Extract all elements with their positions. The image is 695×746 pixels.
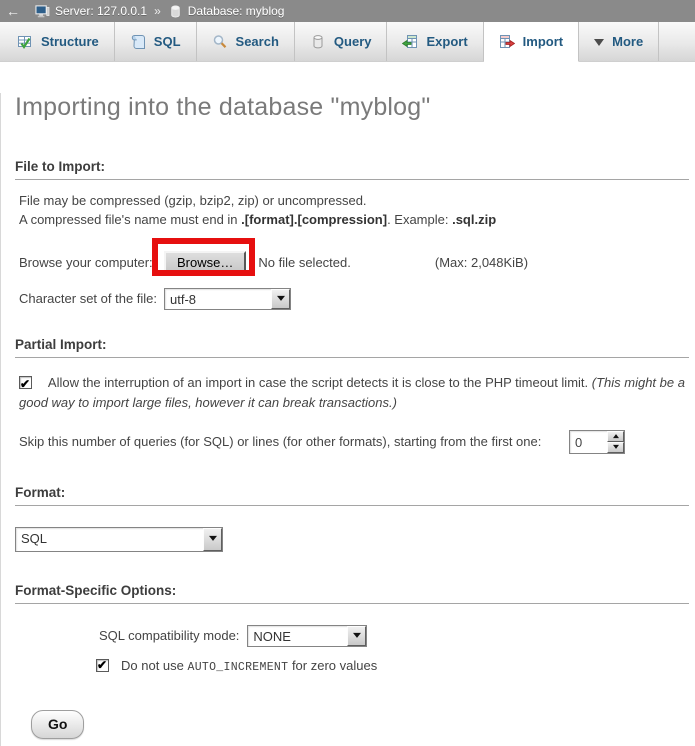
compression-line1: File may be compressed (gzip, bzip2, zip… [19,193,367,208]
import-icon [499,34,515,50]
format-selected-value: SQL [16,528,203,551]
browse-label: Browse your computer: [19,255,164,270]
sql-compatibility-select[interactable]: NONE [247,625,367,647]
spinner-down-icon[interactable] [607,442,624,453]
tab-more[interactable]: More [579,22,659,61]
breadcrumb-server[interactable]: Server: 127.0.0.1 [55,4,147,18]
tab-label: SQL [154,34,181,49]
tab-bar: Structure SQL Search [0,22,695,62]
partial-import-heading: Partial Import: [15,337,689,358]
tab-query[interactable]: Query [295,22,388,61]
compression-line2-mid: . Example: [387,212,452,227]
auto-increment-code: AUTO_INCREMENT [188,661,289,674]
server-icon [35,4,50,19]
browse-button[interactable]: Browse… [164,251,246,275]
skip-queries-input[interactable]: 0 [569,430,625,454]
format-select[interactable]: SQL [15,527,223,552]
tab-export[interactable]: Export [387,22,483,61]
format-row: SQL [15,527,689,552]
dropdown-arrow-icon[interactable] [347,626,366,646]
phpmyadmin-window: ← Server: 127.0.0.1 » Database: myblog [0,0,695,746]
file-upload-row: Browse your computer: Browse… No file se… [19,251,689,275]
charset-row: Character set of the file: utf-8 [19,288,689,310]
tab-label: Search [236,34,279,49]
breadcrumb-database[interactable]: Database: myblog [188,4,285,18]
sql-icon [130,34,146,50]
spinner-up-icon[interactable] [607,431,624,442]
allow-interruption-text: Allow the interruption of an import in c… [48,375,592,390]
tab-sql[interactable]: SQL [115,22,197,61]
chevron-down-icon [594,39,604,51]
export-icon [402,34,418,50]
structure-icon [17,34,33,50]
tab-label: Query [334,34,372,49]
sql-compatibility-value: NONE [248,626,347,646]
compression-line2: A compressed file's name must end in [19,212,241,227]
file-to-import-heading: File to Import: [15,159,689,180]
database-icon [168,4,183,19]
auto-increment-checkbox[interactable] [96,659,109,672]
tab-structure[interactable]: Structure [2,22,115,61]
tab-label: Export [426,34,467,49]
tab-label: Import [523,34,563,49]
back-arrow-icon[interactable]: ← [6,3,20,19]
tab-label: More [612,34,643,49]
breadcrumb-separator: » [154,4,161,18]
dropdown-arrow-icon[interactable] [271,289,290,309]
sql-compatibility-row: SQL compatibility mode: NONE [99,625,689,647]
format-heading: Format: [15,485,689,506]
dropdown-arrow-icon[interactable] [203,528,222,551]
sql-compatibility-label: SQL compatibility mode: [99,628,239,643]
allow-interruption-checkbox[interactable] [19,376,32,389]
charset-selected-value: utf-8 [165,289,271,309]
allow-interruption-option: Allow the interruption of an import in c… [19,373,689,413]
skip-queries-row: Skip this number of queries (for SQL) or… [19,430,689,454]
format-pattern: .[format].[compression] [241,212,387,227]
import-page: Importing into the database "myblog" Fil… [0,93,695,746]
page-title: Importing into the database "myblog" [15,93,689,122]
charset-label: Character set of the file: [19,291,164,306]
search-icon [212,34,228,50]
auto-increment-row: Do not use AUTO_INCREMENT for zero value… [96,658,689,674]
compression-info: File may be compressed (gzip, bzip2, zip… [19,192,689,230]
breadcrumb: ← Server: 127.0.0.1 » Database: myblog [0,0,695,22]
max-size-text: (Max: 2,048KiB) [435,255,528,270]
query-icon [310,34,326,50]
skip-queries-label: Skip this number of queries (for SQL) or… [19,434,541,449]
format-specific-heading: Format-Specific Options: [15,583,689,604]
no-file-text: No file selected. [258,255,351,270]
tab-import[interactable]: Import [484,22,579,62]
skip-queries-value: 0 [570,431,607,453]
go-button[interactable]: Go [31,710,84,739]
tab-label: Structure [41,34,99,49]
example-extension: .sql.zip [452,212,496,227]
auto-increment-text: Do not use AUTO_INCREMENT for zero value… [121,658,377,674]
tab-search[interactable]: Search [197,22,295,61]
charset-select[interactable]: utf-8 [164,288,291,310]
